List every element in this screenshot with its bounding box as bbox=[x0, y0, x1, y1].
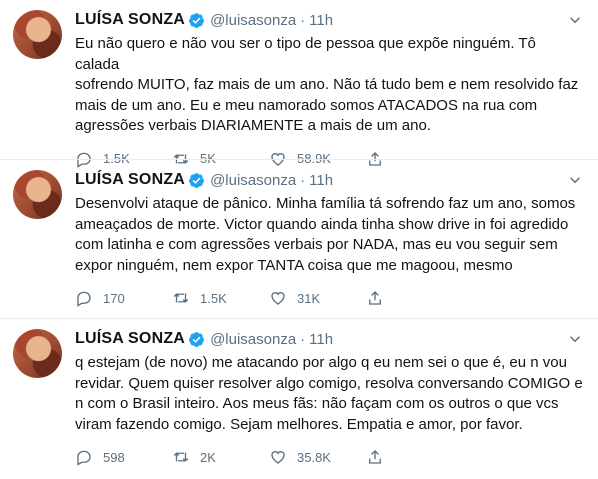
handle[interactable]: @luisasonza bbox=[210, 172, 296, 189]
tweet-actions: 170 1.5K 31K bbox=[75, 288, 584, 308]
tweet-header: LUÍSA SONZA @luisasonza · 11h bbox=[75, 329, 584, 349]
chevron-down-icon[interactable] bbox=[566, 171, 584, 189]
avatar-column bbox=[0, 329, 75, 479]
verified-badge-icon bbox=[189, 172, 204, 188]
timestamp[interactable]: 11h bbox=[309, 12, 333, 29]
retweet-icon bbox=[173, 452, 189, 462]
display-name[interactable]: LUÍSA SONZA bbox=[75, 330, 185, 348]
timestamp[interactable]: 11h bbox=[309, 331, 333, 348]
like-count: 35.8K bbox=[297, 449, 331, 465]
tweet-text: Desenvolvi ataque de pânico. Minha famíl… bbox=[75, 195, 576, 274]
timestamp[interactable]: 11h bbox=[309, 172, 333, 189]
share-icon bbox=[369, 291, 381, 305]
tweet-body: LUÍSA SONZA @luisasonza · 11h Eu não que… bbox=[75, 10, 598, 168]
tweet-actions: 598 2K 35.8K bbox=[75, 447, 584, 467]
retweet-button[interactable]: 1.5K bbox=[172, 289, 269, 307]
tweet-header: LUÍSA SONZA @luisasonza · 11h bbox=[75, 170, 584, 190]
tweet-thread: LUÍSA SONZA @luisasonza · 11h Eu não que… bbox=[0, 0, 598, 479]
chevron-down-icon[interactable] bbox=[566, 330, 584, 348]
retweet-count: 1.5K bbox=[200, 290, 227, 306]
avatar-column bbox=[0, 10, 75, 160]
avatar[interactable] bbox=[13, 329, 62, 378]
avatar[interactable] bbox=[13, 10, 62, 59]
separator-dot: · bbox=[300, 11, 306, 29]
reply-count: 598 bbox=[103, 449, 125, 465]
tweet[interactable]: LUÍSA SONZA @luisasonza · 11h Eu não que… bbox=[0, 0, 598, 168]
retweet-button[interactable]: 2K bbox=[172, 448, 269, 466]
reply-icon bbox=[77, 291, 91, 307]
display-name[interactable]: LUÍSA SONZA bbox=[75, 171, 185, 189]
avatar[interactable] bbox=[13, 170, 62, 219]
reply-button[interactable]: 598 bbox=[75, 448, 172, 466]
tweet-text: Eu não quero e não vou ser o tipo de pes… bbox=[75, 35, 579, 134]
tweet[interactable]: LUÍSA SONZA @luisasonza · 11h Desenvolvi… bbox=[0, 160, 598, 319]
like-button[interactable]: 31K bbox=[269, 289, 366, 307]
separator-dot: · bbox=[300, 330, 306, 348]
chevron-down-icon[interactable] bbox=[566, 11, 584, 29]
reply-icon bbox=[77, 450, 91, 466]
tweet-header: LUÍSA SONZA @luisasonza · 11h bbox=[75, 10, 584, 30]
tweet-body: LUÍSA SONZA @luisasonza · 11h q estejam … bbox=[75, 329, 598, 479]
share-button[interactable] bbox=[366, 289, 394, 307]
share-button[interactable] bbox=[366, 448, 394, 466]
reply-button[interactable]: 170 bbox=[75, 289, 172, 307]
separator-dot: · bbox=[300, 171, 306, 189]
tweet-body: LUÍSA SONZA @luisasonza · 11h Desenvolvi… bbox=[75, 170, 598, 319]
like-button[interactable]: 35.8K bbox=[269, 448, 366, 466]
heart-icon bbox=[271, 292, 285, 305]
display-name[interactable]: LUÍSA SONZA bbox=[75, 11, 185, 29]
verified-badge-icon bbox=[189, 331, 204, 347]
tweet[interactable]: LUÍSA SONZA @luisasonza · 11h q estejam … bbox=[0, 319, 598, 479]
handle[interactable]: @luisasonza bbox=[210, 331, 296, 348]
retweet-count: 2K bbox=[200, 449, 216, 465]
reply-count: 170 bbox=[103, 290, 125, 306]
tweet-text: q estejam (de novo) me atacando por algo… bbox=[75, 354, 583, 433]
handle[interactable]: @luisasonza bbox=[210, 12, 296, 29]
heart-icon bbox=[271, 451, 285, 464]
share-icon bbox=[369, 450, 381, 464]
like-count: 31K bbox=[297, 290, 321, 306]
verified-badge-icon bbox=[189, 12, 204, 28]
retweet-icon bbox=[173, 293, 189, 303]
avatar-column bbox=[0, 170, 75, 319]
